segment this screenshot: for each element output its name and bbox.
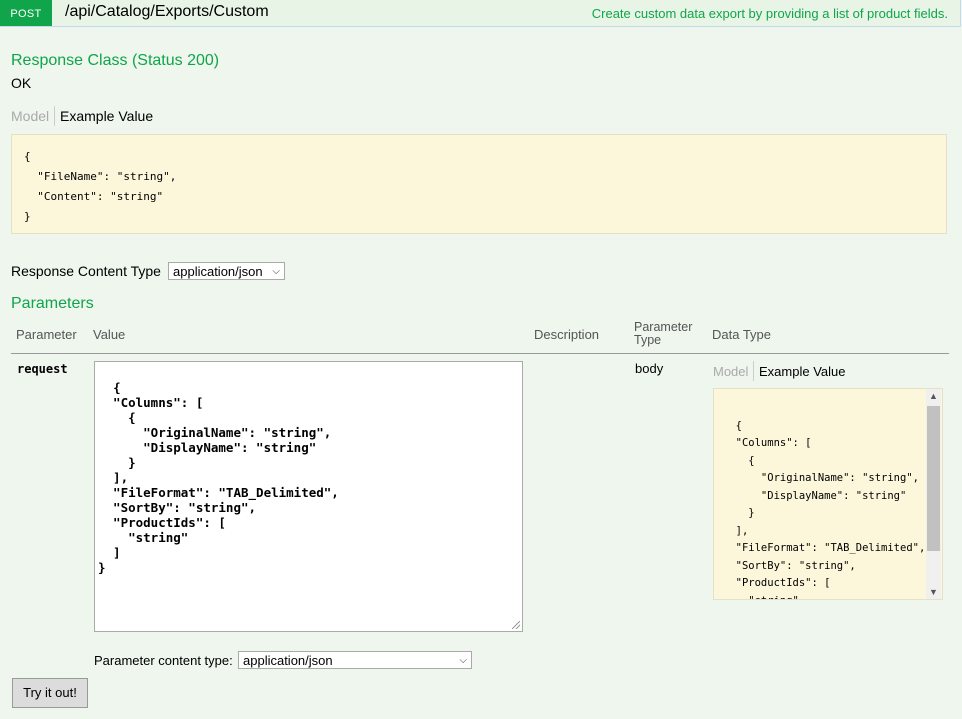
param-name: request	[17, 362, 68, 376]
response-content-type-select[interactable]: application/json ⌵	[168, 262, 285, 280]
response-example-code: { "FileName": "string", "Content": "stri…	[11, 134, 947, 234]
endpoint-summary[interactable]: Create custom data export by providing a…	[592, 6, 948, 21]
col-data-type: Data Type	[712, 327, 772, 342]
param-type-value: body	[635, 361, 664, 376]
request-body-value: { "Columns": [ { "OriginalName": "string…	[98, 380, 339, 575]
endpoint-heading[interactable]: POST /api/Catalog/Exports/Custom Create …	[0, 0, 961, 27]
param-content-type-select[interactable]: application/json ⌵	[238, 651, 472, 669]
scroll-down-icon[interactable]: ▼	[926, 587, 941, 597]
scroll-thumb[interactable]	[927, 406, 940, 551]
response-content-type-label: Response Content Type	[11, 263, 161, 279]
param-content-type-label: Parameter content type:	[94, 653, 233, 668]
example-scrollbar[interactable]: ▲ ▼	[926, 389, 941, 599]
response-tab-model[interactable]: Model	[11, 108, 49, 124]
param-content-type-value: application/json	[243, 653, 333, 668]
endpoint-path[interactable]: /api/Catalog/Exports/Custom	[65, 3, 269, 21]
param-tab-example-value[interactable]: Example Value	[759, 364, 845, 379]
col-value: Value	[93, 327, 126, 342]
method-badge[interactable]: POST	[0, 0, 52, 26]
chevron-down-icon: ⌵	[272, 266, 280, 277]
try-it-out-button[interactable]: Try it out!	[12, 678, 88, 708]
col-parameter: Parameter	[16, 327, 77, 342]
response-tab-example-value[interactable]: Example Value	[60, 108, 153, 124]
response-content-type-value: application/json	[173, 264, 263, 279]
col-parameter-type: Parameter Type	[634, 320, 693, 347]
col-description: Description	[534, 327, 600, 342]
response-status-text: OK	[11, 75, 32, 91]
header-rule	[11, 353, 949, 354]
chevron-down-icon: ⌵	[459, 655, 467, 666]
param-tab-model[interactable]: Model	[713, 364, 748, 379]
tab-separator	[54, 106, 55, 126]
request-body-textarea[interactable]: { "Columns": [ { "OriginalName": "string…	[94, 361, 523, 632]
param-example-code[interactable]: { "Columns": [ { "OriginalName": "string…	[713, 388, 943, 600]
scroll-up-icon[interactable]: ▲	[926, 391, 941, 401]
param-example-json: { "Columns": [ { "OriginalName": "string…	[735, 419, 926, 600]
response-class-heading: Response Class (Status 200)	[11, 52, 220, 69]
tab-separator	[753, 361, 754, 381]
resize-grip-icon[interactable]	[512, 621, 520, 629]
parameters-heading: Parameters	[11, 295, 94, 312]
